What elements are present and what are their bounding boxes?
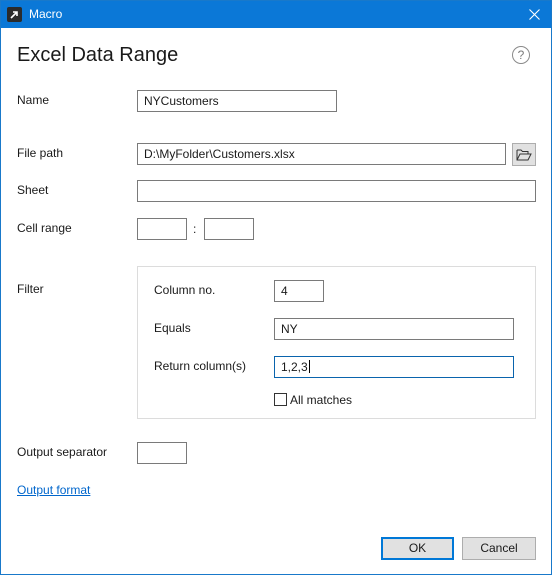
close-icon [528, 9, 540, 20]
equals-label: Equals [154, 321, 191, 335]
window-title: Macro [29, 7, 63, 21]
return-columns-value: 1,2,3 [281, 360, 308, 374]
cell-range-label: Cell range [17, 221, 72, 235]
close-button[interactable] [517, 1, 551, 28]
help-icon[interactable]: ? [512, 46, 530, 64]
equals-input[interactable]: NY [274, 318, 514, 340]
ok-button[interactable]: OK [381, 537, 454, 560]
sheet-input[interactable] [137, 180, 536, 202]
folder-open-icon [516, 149, 532, 161]
cell-range-from-input[interactable] [137, 218, 187, 240]
output-separator-input[interactable] [137, 442, 187, 464]
column-no-label: Column no. [154, 283, 216, 297]
cancel-button[interactable]: Cancel [462, 537, 536, 560]
cell-range-separator: : [193, 222, 197, 236]
column-no-input[interactable]: 4 [274, 280, 324, 302]
return-columns-input[interactable]: 1,2,3 [274, 356, 514, 378]
return-columns-label: Return column(s) [154, 359, 247, 373]
sheet-label: Sheet [17, 183, 49, 197]
browse-button[interactable] [512, 143, 536, 166]
dialog-heading: Excel Data Range [17, 44, 179, 66]
text-caret [308, 360, 310, 373]
file-path-input[interactable]: D:\MyFolder\Customers.xlsx [137, 143, 506, 165]
arrow-shortcut-icon [7, 7, 22, 22]
output-format-link[interactable]: Output format [17, 483, 90, 497]
all-matches-checkbox[interactable] [274, 393, 287, 406]
filter-label: Filter [17, 282, 44, 296]
file-path-label: File path [17, 146, 64, 160]
macro-dialog: Macro Excel Data Range ? Name NYCustomer… [0, 0, 552, 575]
title-bar: Macro [1, 1, 551, 28]
name-label: Name [17, 93, 50, 107]
output-separator-label: Output separator [17, 445, 108, 459]
cell-range-to-input[interactable] [204, 218, 254, 240]
all-matches-label: All matches [290, 393, 353, 407]
name-input[interactable]: NYCustomers [137, 90, 337, 112]
